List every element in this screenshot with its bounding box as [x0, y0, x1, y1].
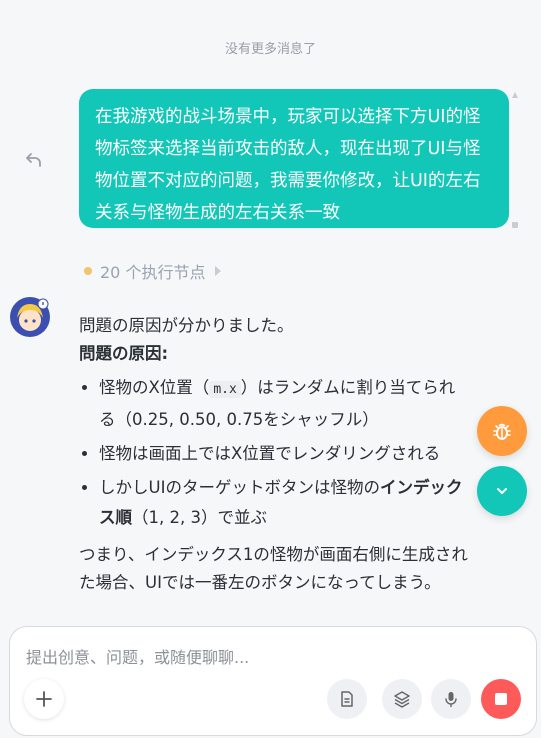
bug-icon: [493, 423, 511, 440]
no-more-messages: 没有更多消息了: [224, 42, 316, 57]
plus-icon: [36, 691, 52, 707]
document-icon: [341, 691, 353, 707]
execution-nodes-toggle[interactable]: 20 个执行节点: [84, 259, 222, 283]
document-button[interactable]: [327, 679, 367, 719]
undo-icon: [26, 153, 41, 167]
message-composer: [9, 626, 537, 736]
assistant-avatar: [10, 297, 50, 337]
message-input[interactable]: [24, 641, 508, 673]
stop-generation-button[interactable]: [481, 679, 521, 719]
reply-summary: つまり、インデックス1の怪物が画面右側に生成された場合、UIでは一番左のボタンに…: [79, 545, 468, 592]
scroll-up-arrow[interactable]: [512, 92, 518, 98]
microphone-icon: [445, 692, 457, 708]
undo-button[interactable]: [22, 148, 46, 172]
list-item: 怪物のX位置（m.x）はランダムに割り当てられる（0.25, 0.50, 0.7…: [99, 373, 471, 435]
chevron-right-icon: [215, 266, 222, 276]
bullet1-pre: 怪物のX位置（: [99, 378, 210, 397]
status-dot: [84, 267, 92, 275]
add-attachment-button[interactable]: [24, 679, 64, 719]
cause-heading: 問題の原因:: [79, 344, 169, 363]
inline-code: m.x: [209, 381, 241, 398]
list-item: 怪物は画面上ではX位置でレンダリングされる: [99, 439, 471, 469]
bubble-scrollbar[interactable]: [511, 92, 519, 228]
list-item: しかしUIのターゲットボタンは怪物のインデックス順（1, 2, 3）で並ぶ: [99, 473, 471, 533]
voice-input-button[interactable]: [431, 679, 471, 719]
bullet3-post: （1, 2, 3）で並ぶ: [132, 508, 267, 527]
scroll-to-bottom-button[interactable]: [477, 466, 527, 516]
user-message-bubble: 在我游戏的战斗场景中，玩家可以选择下方UI的怪物标签来选择当前攻击的敌人，现在出…: [79, 89, 509, 228]
bug-report-button[interactable]: [477, 406, 527, 456]
layers-icon: [394, 691, 410, 708]
reply-intro: 問題の原因が分かりました。: [79, 316, 294, 335]
stop-icon: [495, 693, 507, 705]
assistant-reply: 問題の原因が分かりました。 問題の原因: 怪物のX位置（m.x）はランダムに割り…: [79, 312, 471, 597]
layers-button[interactable]: [382, 679, 422, 719]
chevron-down-icon: [497, 488, 507, 494]
cause-list: 怪物のX位置（m.x）はランダムに割り当てられる（0.25, 0.50, 0.7…: [79, 373, 471, 533]
scroll-down-arrow[interactable]: [512, 222, 518, 228]
bullet3-pre: しかしUIのターゲットボタンは怪物の: [99, 478, 380, 497]
execution-nodes-label: 20 个执行节点: [100, 263, 206, 282]
